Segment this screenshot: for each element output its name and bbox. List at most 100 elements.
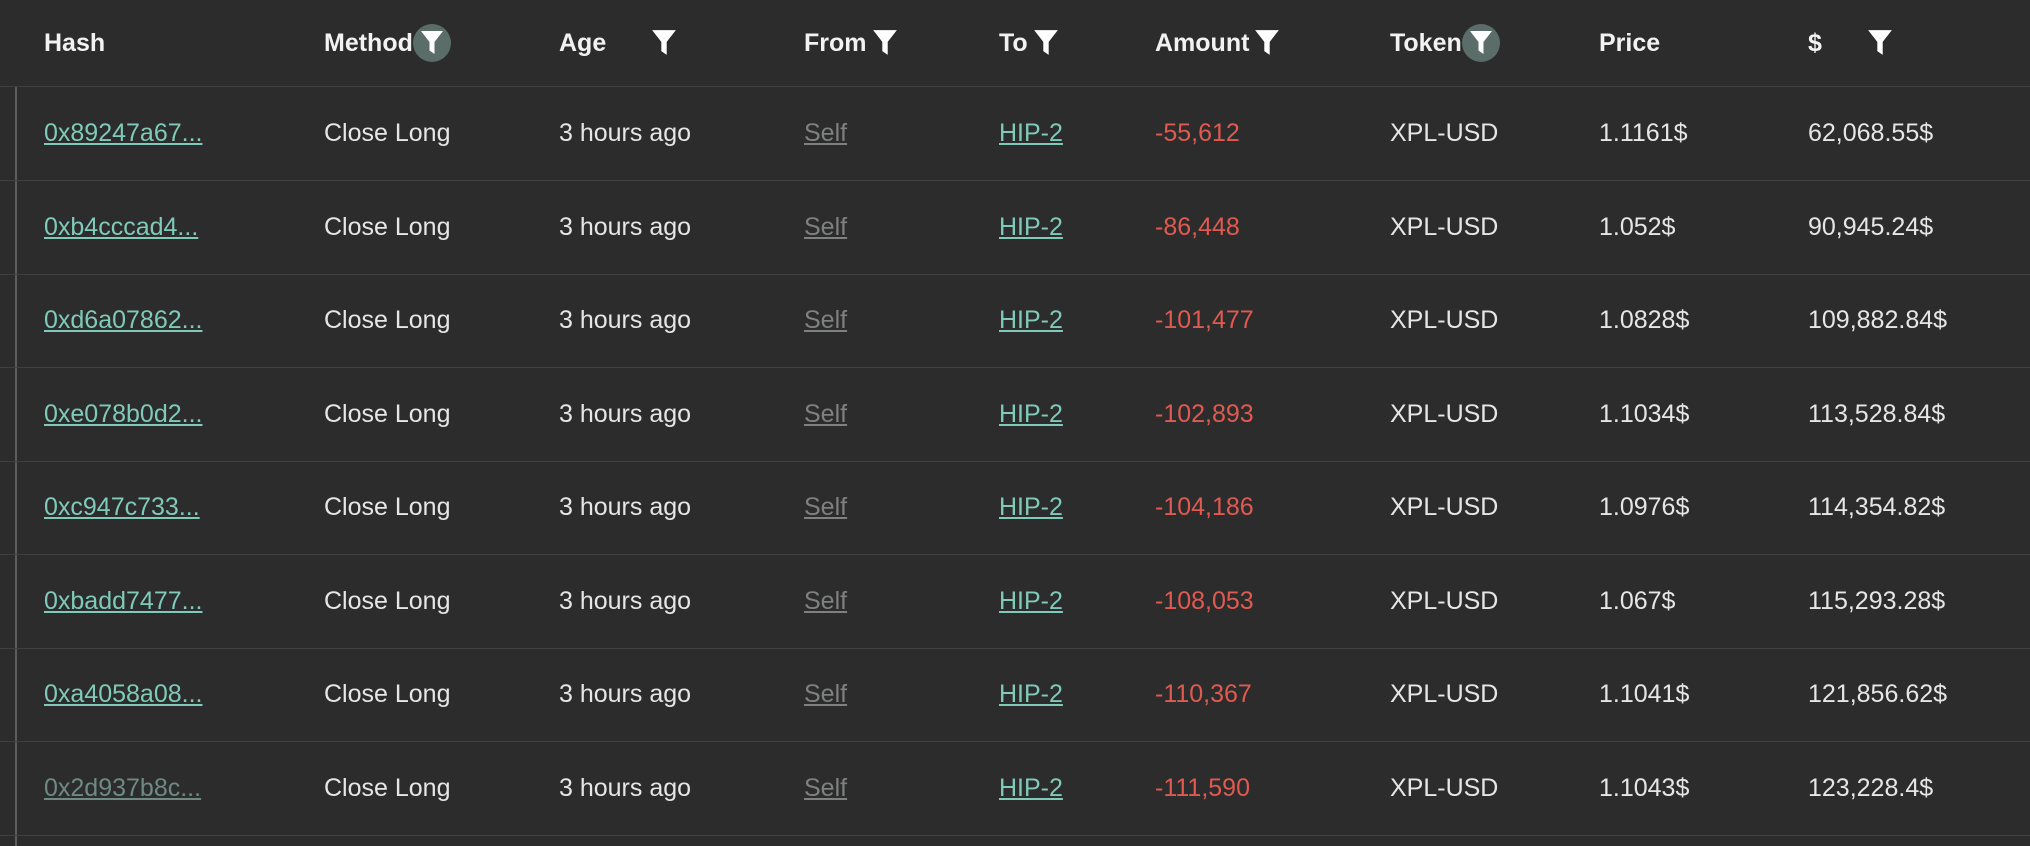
token-text: XPL-USD [1390, 586, 1499, 615]
table-cell: Self [804, 555, 847, 648]
table-cell: 3 hours ago [559, 368, 691, 461]
table-cell: Close Long [324, 742, 450, 835]
to-link[interactable]: HIP-2 [999, 774, 1063, 803]
table-cell: 0x89247a67... [44, 87, 202, 180]
to-link[interactable]: HIP-2 [999, 400, 1063, 429]
table-cell: XPL-USD [1390, 368, 1498, 461]
table-cell: 3 hours ago [559, 87, 691, 180]
hash-link[interactable]: 0xe078b0d2... [44, 400, 202, 429]
table-cell: -102,893 [1155, 368, 1254, 461]
usd-value: 123,228.4$ [1808, 773, 1934, 802]
table-cell: XPL-USD [1390, 742, 1498, 835]
table-row: 0xc947c733... Close Long 3 hours ago Self HI… [0, 461, 2030, 555]
filter-icon[interactable] [1866, 29, 1894, 57]
amount-value: -101,477 [1155, 306, 1254, 334]
hash-link[interactable]: 0xbadd7477... [44, 587, 202, 616]
table-cell: 121,856.62$ [1808, 648, 1947, 741]
header-to: To [999, 0, 1060, 86]
from-link[interactable]: Self [804, 680, 847, 709]
to-link[interactable]: HIP-2 [999, 680, 1063, 709]
filter-icon[interactable] [412, 24, 451, 62]
amount-value: -104,186 [1155, 493, 1254, 521]
table-row: 0xb4cccad4... Close Long 3 hours ago Self HI… [0, 181, 2030, 275]
table-cell: HIP-2 [999, 181, 1063, 274]
header-label: To [999, 28, 1028, 57]
from-link[interactable]: Self [804, 774, 847, 803]
table-cell: 0xbadd7477... [44, 555, 202, 648]
table-cell: Self [804, 742, 847, 835]
method-text: Close Long [324, 399, 451, 428]
table-cell: 1.1041$ [1599, 648, 1689, 741]
table-cell: XPL-USD [1390, 181, 1498, 274]
from-link[interactable]: Self [804, 306, 847, 335]
to-link[interactable]: HIP-2 [999, 119, 1063, 148]
price-value: 1.067$ [1599, 586, 1676, 615]
header-hash: Hash [44, 0, 105, 86]
usd-value: 109,882.84$ [1808, 306, 1948, 334]
table-cell: 0xa4058a08... [44, 648, 202, 741]
price-value: 1.0828$ [1599, 306, 1690, 334]
table-cell: Self [804, 368, 847, 461]
header-label: $ [1808, 28, 1822, 57]
usd-value: 121,856.62$ [1808, 680, 1948, 708]
to-link[interactable]: HIP-2 [999, 306, 1063, 335]
table-cell: Close Long [324, 648, 450, 741]
table-cell: 115,293.28$ [1808, 555, 1945, 648]
price-value: 1.1043$ [1599, 773, 1690, 802]
transactions-table: Hash Method Age From To Amount Token Pri… [0, 0, 2030, 846]
table-row: 0xbadd7477... Close Long 3 hours ago Self HI… [0, 555, 2030, 649]
filter-icon[interactable] [1461, 24, 1500, 62]
usd-value: 90,945.24$ [1808, 212, 1934, 241]
hash-link[interactable]: 0x2d937b8c... [44, 774, 201, 803]
from-link[interactable]: Self [804, 587, 847, 616]
price-value: 1.0976$ [1599, 493, 1690, 521]
header-from: From [804, 0, 899, 86]
from-link[interactable]: Self [804, 119, 847, 148]
table-cell: HIP-2 [999, 461, 1063, 554]
filter-icon[interactable] [650, 29, 678, 57]
token-text: XPL-USD [1390, 399, 1499, 428]
filter-icon[interactable] [871, 29, 899, 57]
table-cell: Close Long [324, 181, 450, 274]
token-text: XPL-USD [1390, 493, 1499, 521]
to-link[interactable]: HIP-2 [999, 493, 1063, 522]
table-cell: -86,448 [1155, 181, 1240, 274]
table-cell: 113,528.84$ [1808, 368, 1945, 461]
table-cell: XPL-USD [1390, 555, 1498, 648]
method-text: Close Long [324, 306, 451, 334]
age-text: 3 hours ago [559, 399, 692, 428]
to-link[interactable]: HIP-2 [999, 213, 1063, 242]
hash-link[interactable]: 0xc947c733... [44, 493, 200, 522]
from-link[interactable]: Self [804, 400, 847, 429]
filter-icon[interactable] [1032, 29, 1060, 57]
header-label: Age [559, 28, 607, 57]
header-token: Token [1390, 0, 1500, 86]
to-link[interactable]: HIP-2 [999, 587, 1063, 616]
header-label: From [804, 28, 867, 57]
amount-value: -111,590 [1155, 773, 1250, 802]
from-link[interactable]: Self [804, 493, 847, 522]
age-text: 3 hours ago [559, 586, 692, 615]
table-cell: Close Long [324, 274, 450, 367]
header-label: Price [1599, 28, 1661, 57]
table-cell: 3 hours ago [559, 648, 691, 741]
method-text: Close Long [324, 212, 451, 241]
hash-link[interactable]: 0x89247a67... [44, 119, 202, 148]
from-link[interactable]: Self [804, 213, 847, 242]
hash-link[interactable]: 0xb4cccad4... [44, 213, 198, 242]
table-cell: -111,590 [1155, 742, 1250, 835]
header-label: Amount [1155, 28, 1250, 57]
table-cell: 1.0976$ [1599, 461, 1689, 554]
amount-value: -86,448 [1155, 212, 1240, 241]
table-cell: Close Long [324, 461, 450, 554]
filter-icon[interactable] [1253, 29, 1281, 57]
table-cell: 1.0828$ [1599, 274, 1689, 367]
age-text: 3 hours ago [559, 119, 692, 147]
hash-link[interactable]: 0xd6a07862... [44, 306, 202, 335]
table-cell: 123,228.4$ [1808, 742, 1933, 835]
table-cell: 1.052$ [1599, 181, 1675, 274]
table-cell: Self [804, 274, 847, 367]
header-amount: Amount [1155, 0, 1281, 86]
hash-link[interactable]: 0xa4058a08... [44, 680, 202, 709]
header-label: Hash [44, 28, 106, 57]
